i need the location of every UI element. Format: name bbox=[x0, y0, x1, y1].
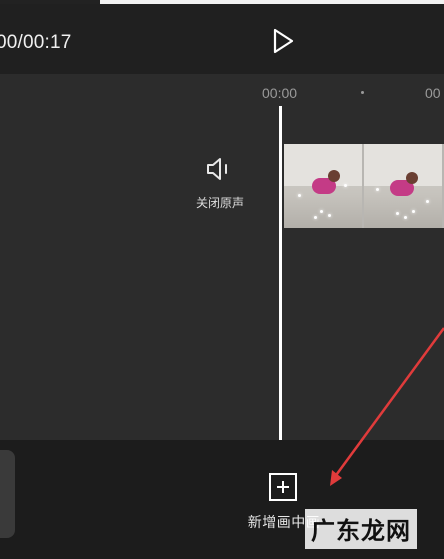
mute-label: 关闭原声 bbox=[195, 196, 244, 210]
play-icon bbox=[273, 28, 294, 54]
play-button[interactable] bbox=[266, 24, 300, 58]
clip-thumbnail bbox=[284, 144, 362, 228]
ruler-label-next: 00 bbox=[425, 85, 441, 101]
time-display: 00/00:17 bbox=[0, 32, 72, 53]
watermark: 广东龙网 bbox=[305, 509, 417, 549]
mute-original-audio-button[interactable]: 关闭原声 bbox=[188, 152, 252, 212]
ruler-label-start: 00:00 bbox=[262, 85, 298, 101]
video-clip[interactable] bbox=[284, 144, 444, 228]
ruler-dot bbox=[361, 91, 364, 94]
speaker-icon bbox=[207, 158, 227, 180]
player-bar: 00/00:17 bbox=[0, 4, 444, 74]
clip-thumbnail bbox=[364, 144, 442, 228]
playhead[interactable] bbox=[279, 106, 282, 440]
timeline-area[interactable]: 00:00 00 关闭原声 bbox=[0, 74, 444, 440]
bottom-left-tab[interactable] bbox=[0, 450, 15, 538]
plus-square-icon bbox=[269, 473, 297, 501]
